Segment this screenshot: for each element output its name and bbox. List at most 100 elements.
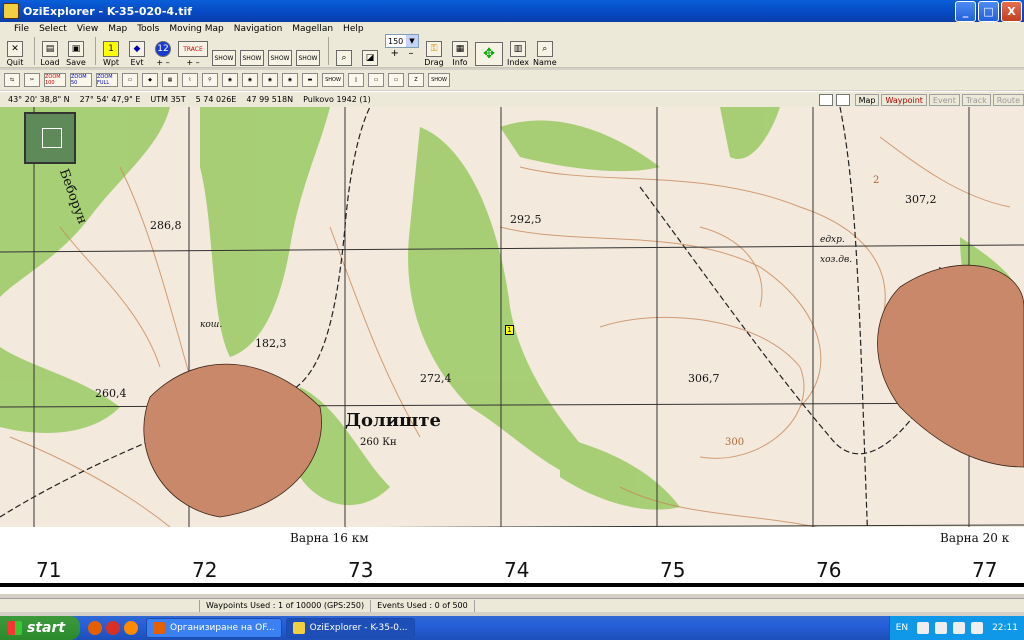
- chrome-icon[interactable]: [106, 621, 120, 635]
- start-button[interactable]: start: [0, 616, 80, 640]
- tray-icon[interactable]: [971, 622, 984, 634]
- system-tray: EN 22:11: [888, 616, 1024, 640]
- waypoint-marker[interactable]: 1: [505, 325, 514, 335]
- drag-button[interactable]: ⚿ Drag: [423, 41, 445, 67]
- latitude: 43° 20' 38,8" N: [8, 95, 70, 104]
- toolbar-separator: [95, 37, 96, 65]
- taskbar-item-oziexplorer[interactable]: OziExplorer - K-35-0...: [285, 618, 415, 638]
- close-button[interactable]: X: [1001, 0, 1022, 22]
- label-varna-20: Варна 20 к: [940, 531, 1010, 545]
- tab-track[interactable]: Track: [961, 93, 991, 106]
- show-icon: SHOW: [212, 50, 236, 66]
- firefox-icon[interactable]: [88, 621, 102, 635]
- menu-tools[interactable]: Tools: [137, 24, 159, 34]
- zigzag-icon[interactable]: Z: [408, 73, 424, 87]
- index-icon: ▥: [510, 41, 527, 57]
- menu-navigation[interactable]: Navigation: [234, 24, 283, 34]
- waypoint-icon: 1: [103, 41, 119, 57]
- trace-button[interactable]: TRACE + –: [178, 41, 208, 67]
- menu-magellan[interactable]: Magellan: [292, 24, 333, 34]
- track-icon[interactable]: ▭: [368, 73, 384, 87]
- event-button[interactable]: ◆ Evt: [126, 41, 148, 67]
- gps-icon[interactable]: ◉: [222, 73, 238, 87]
- info-button[interactable]: ▦ Info: [449, 41, 471, 67]
- oziexplorer-icon: [292, 622, 305, 634]
- route-icon[interactable]: ▬: [302, 73, 318, 87]
- menu-map[interactable]: Map: [108, 24, 127, 34]
- grid-icon[interactable]: ▦: [162, 73, 178, 87]
- menu-view[interactable]: View: [77, 24, 98, 34]
- grid-number-74: 74: [504, 558, 530, 582]
- folder-icon: ▤: [42, 41, 58, 57]
- lock-icon: ⚿: [426, 41, 442, 57]
- overview-viewport[interactable]: [42, 128, 62, 148]
- gps-icon[interactable]: ◉: [262, 73, 278, 87]
- tab-map[interactable]: Map: [854, 93, 880, 106]
- maximize-button[interactable]: □: [978, 0, 999, 22]
- overview-map[interactable]: [24, 112, 76, 164]
- taskbar-item-firefox[interactable]: Организиране на OF...: [146, 618, 282, 638]
- show-icon: SHOW: [268, 50, 292, 66]
- signal-icon[interactable]: ⚲: [202, 73, 218, 87]
- grid-number-71: 71: [36, 558, 62, 582]
- grid-number-75: 75: [660, 558, 686, 582]
- gps-icon[interactable]: ◉: [242, 73, 258, 87]
- magnifier-icon: ⌕: [336, 50, 352, 66]
- calibrate-icon[interactable]: ⇆: [4, 73, 20, 87]
- waypoint-button[interactable]: 1 Wpt: [100, 41, 122, 67]
- gps-icon[interactable]: ◉: [282, 73, 298, 87]
- firefox-icon: [153, 622, 165, 634]
- chart-icon[interactable]: ⌇: [182, 73, 198, 87]
- menu-file[interactable]: File: [14, 24, 29, 34]
- waypoint-icon[interactable]: ▯: [348, 73, 364, 87]
- map-icon[interactable]: ▭: [122, 73, 138, 87]
- tray-icon[interactable]: [917, 622, 930, 634]
- label-260-kn: 260 Кн: [360, 437, 397, 448]
- show-routes-button[interactable]: SHOW: [296, 50, 320, 67]
- show-icon[interactable]: SHOW: [322, 73, 344, 87]
- zoom-50-button[interactable]: ZOOM 50: [70, 73, 92, 87]
- save-icon[interactable]: [818, 93, 833, 106]
- menu-help[interactable]: Help: [343, 24, 364, 34]
- save-button[interactable]: ▣ Save: [65, 41, 87, 67]
- map-view[interactable]: Долиште 292,5 307,2 306,7 286,8 272,4 26…: [0, 107, 1024, 594]
- menu-moving-map[interactable]: Moving Map: [169, 24, 223, 34]
- tab-waypoint[interactable]: Waypoint: [881, 93, 927, 106]
- zoom-100-button[interactable]: ZOOM 100: [44, 73, 66, 87]
- index-button[interactable]: ▥ Index: [507, 41, 529, 67]
- firefox-icon[interactable]: [124, 621, 138, 635]
- tray-icon[interactable]: [935, 622, 948, 634]
- label-272: 272,4: [420, 372, 452, 385]
- show-icon[interactable]: SHOW: [428, 73, 450, 87]
- zoom-tool-button[interactable]: ⌕: [333, 50, 355, 67]
- show-waypoints-button[interactable]: SHOW: [212, 50, 236, 67]
- window-title: OziExplorer - K-35-020-4.tif: [23, 4, 193, 18]
- title-bar: OziExplorer - K-35-020-4.tif _ □ X: [0, 0, 1024, 22]
- track-icon[interactable]: ▭: [388, 73, 404, 87]
- zoom-full-button[interactable]: ZOOM FULL: [96, 73, 118, 87]
- tab-event[interactable]: Event: [928, 93, 960, 106]
- show-tracks-button[interactable]: SHOW: [268, 50, 292, 67]
- fit-button[interactable]: ◪: [359, 50, 381, 67]
- diamond-icon[interactable]: ◆: [142, 73, 158, 87]
- pan-button[interactable]: ✥: [475, 42, 503, 67]
- minimize-button[interactable]: _: [955, 0, 976, 22]
- tools-icon[interactable]: ✂: [24, 73, 40, 87]
- zoom-select[interactable]: 150 ▼ + –: [385, 34, 419, 59]
- load-button[interactable]: ▤ Load: [39, 41, 61, 67]
- quit-button[interactable]: ✕ Quit: [4, 41, 26, 67]
- show-icon: SHOW: [240, 50, 264, 66]
- route-button[interactable]: 12 + –: [152, 41, 174, 67]
- volume-icon[interactable]: [953, 622, 966, 634]
- save-as-icon[interactable]: [835, 93, 850, 106]
- window-icon: ◪: [362, 50, 378, 66]
- language-indicator[interactable]: EN: [896, 623, 908, 633]
- event-icon: ◆: [129, 41, 145, 57]
- tab-route[interactable]: Route: [992, 93, 1024, 106]
- app-icon: [3, 3, 19, 19]
- show-events-button[interactable]: SHOW: [240, 50, 264, 67]
- status-bar: Waypoints Used : 1 of 10000 (GPS:250) Ev…: [0, 598, 1024, 612]
- menu-select[interactable]: Select: [39, 24, 67, 34]
- position-readout: 43° 20' 38,8" N 27° 54' 47,9" E UTM 35T …: [0, 91, 1024, 107]
- name-search-button[interactable]: ⌕ Name: [533, 41, 557, 67]
